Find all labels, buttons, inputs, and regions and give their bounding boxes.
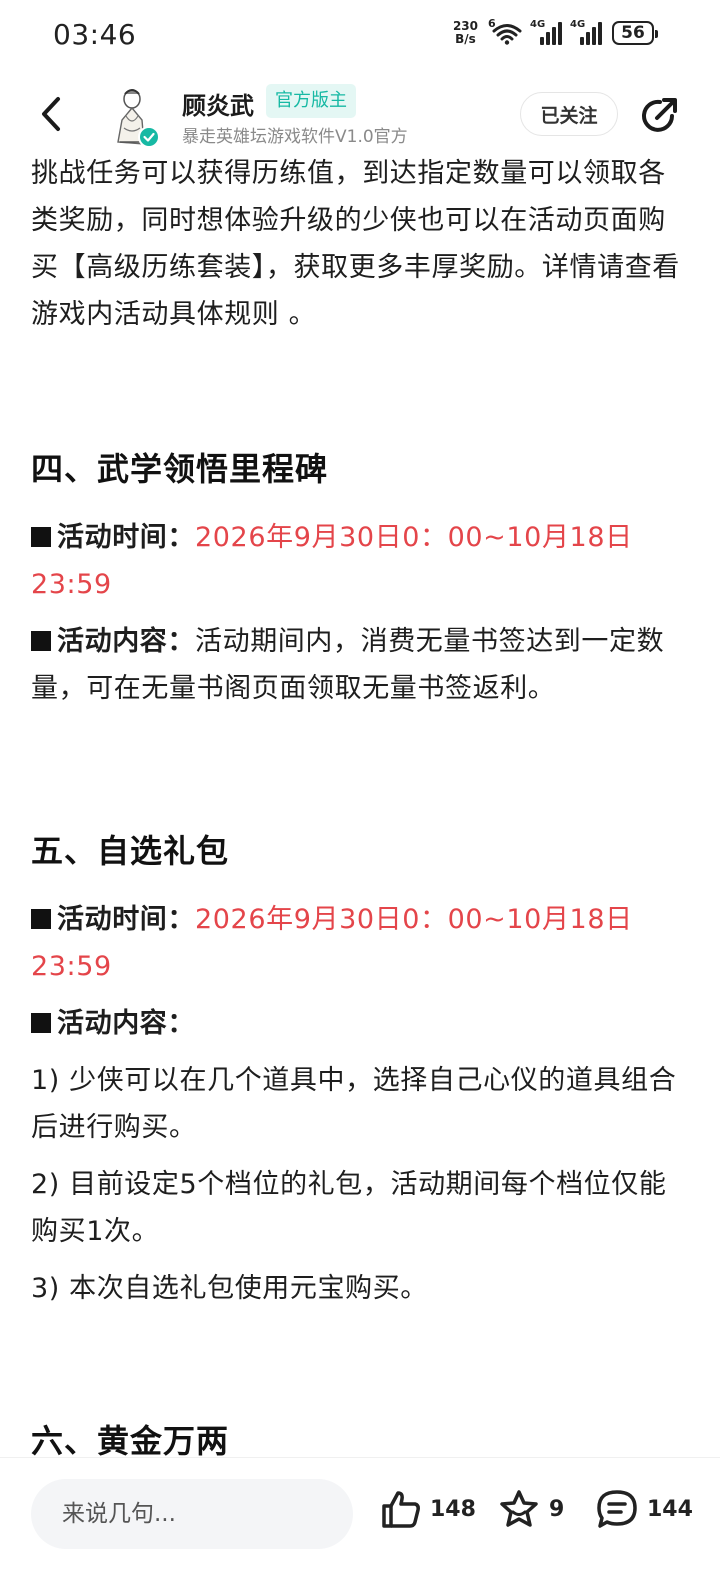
share-button[interactable] xyxy=(638,94,680,136)
activity-time-line: 活动时间：2026年9月30日0：00~10月18日23:59 xyxy=(31,896,691,990)
avatar[interactable] xyxy=(106,86,162,148)
bullet-square xyxy=(31,1013,51,1033)
signal-label-1: 4G xyxy=(530,19,546,30)
section-title: 五、自选礼包 xyxy=(31,832,230,870)
activity-content-line: 活动内容：活动期间内，消费无量书签达到一定数量，可在无量书阁页面领取无量书签返利… xyxy=(31,618,691,712)
post-header: 顾炎武 官方版主 暴走英雄坛游戏软件V1.0官方 已关注 xyxy=(0,78,720,158)
follow-button[interactable]: 已关注 xyxy=(520,92,618,136)
time-label: 活动时间： xyxy=(57,522,195,553)
list-item: 1) 少侠可以在几个道具中，选择自己心仪的道具组合后进行购买。 xyxy=(31,1065,677,1143)
article-body: 挑战任务可以获得历练值，到达指定数量可以领取各类奖励，同时想体验升级的少侠也可以… xyxy=(31,150,691,1464)
net-speed-unit: B/s xyxy=(455,32,476,46)
bottom-action-bar: 来说几句... 148 9 144 xyxy=(0,1458,720,1593)
wifi-icon: 6 xyxy=(488,17,522,46)
bullet-square xyxy=(31,909,51,929)
comment-count: 144 xyxy=(647,1496,693,1522)
verified-icon xyxy=(138,126,160,148)
author-name[interactable]: 顾炎武 xyxy=(182,86,254,121)
list-item: 2) 目前设定5个档位的礼包，活动期间每个档位仅能购买1次。 xyxy=(31,1169,667,1247)
time-label: 活动时间： xyxy=(57,904,195,935)
section-title: 四、武学领悟里程碑 xyxy=(31,450,329,488)
signal-icon: 4G xyxy=(530,19,562,45)
content-label: 活动内容： xyxy=(57,1008,195,1039)
comment-input[interactable]: 来说几句... xyxy=(31,1479,353,1549)
like-button[interactable]: 148 xyxy=(380,1488,476,1530)
official-badge: 官方版主 xyxy=(266,84,356,118)
comment-icon xyxy=(597,1490,637,1528)
status-icons: 230 B/s 6 4G 4G 56 xyxy=(453,17,658,46)
bullet-square xyxy=(31,527,51,547)
signal-icon: 4G xyxy=(570,19,602,45)
like-icon xyxy=(382,1491,420,1528)
share-icon xyxy=(642,98,677,132)
status-bar: 03:46 230 B/s 6 4G 4G 56 xyxy=(0,0,720,72)
activity-content-line: 活动内容： xyxy=(31,1000,691,1047)
intro-paragraph: 挑战任务可以获得历练值，到达指定数量可以领取各类奖励，同时想体验升级的少侠也可以… xyxy=(31,158,680,330)
status-time: 03:46 xyxy=(53,18,137,51)
back-button[interactable] xyxy=(36,94,66,134)
favorite-button[interactable]: 9 xyxy=(497,1488,564,1530)
signal-label-2: 4G xyxy=(570,19,586,30)
author-subtitle: 暴走英雄坛游戏软件V1.0官方 xyxy=(182,127,408,147)
comment-button[interactable]: 144 xyxy=(595,1488,693,1530)
star-icon xyxy=(500,1490,538,1527)
back-icon xyxy=(42,97,60,131)
battery-icon: 56 xyxy=(612,21,658,45)
list-item: 3) 本次自选礼包使用元宝购买。 xyxy=(31,1273,428,1304)
network-speed: 230 B/s xyxy=(453,20,478,46)
content-label: 活动内容： xyxy=(57,626,195,657)
battery-level: 56 xyxy=(621,23,645,43)
wifi-label: 6 xyxy=(488,17,496,30)
bullet-square xyxy=(31,631,51,651)
activity-time-line: 活动时间：2026年9月30日0：00~10月18日23:59 xyxy=(31,514,691,608)
like-count: 148 xyxy=(430,1496,476,1522)
favorite-count: 9 xyxy=(549,1496,565,1522)
